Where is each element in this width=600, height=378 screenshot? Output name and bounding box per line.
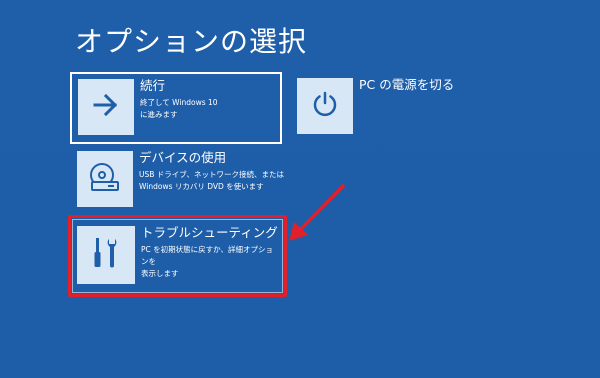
continue-option[interactable]: 続行 終了して Windows 10 に進みます xyxy=(70,72,282,144)
page-title: オプションの選択 xyxy=(75,25,308,58)
recovery-screen: オプションの選択 続行 終了して Windows 10 に進みます デバイスの使… xyxy=(0,0,600,378)
troubleshoot-description: PC を初期状態に戻すか、詳細オプションを 表示します xyxy=(141,245,273,278)
continue-label: 続行 xyxy=(140,78,166,93)
use-device-label: デバイスの使用 xyxy=(139,150,227,165)
power-off-option[interactable]: PC の電源を切る xyxy=(297,77,527,138)
arrow-right-icon xyxy=(93,93,119,120)
use-device-option[interactable]: デバイスの使用 USB ドライブ、ネットワーク接続、または Windows リカ… xyxy=(77,150,287,211)
disc-drive-icon xyxy=(88,162,122,196)
use-device-description: USB ドライブ、ネットワーク接続、または Windows リカバリ DVD を… xyxy=(139,170,285,191)
tools-icon xyxy=(91,236,121,274)
troubleshoot-option[interactable]: トラブルシューティング PC を初期状態に戻すか、詳細オプションを 表示します xyxy=(68,215,287,297)
continue-tile xyxy=(78,79,134,135)
troubleshoot-tile xyxy=(77,226,135,284)
use-device-tile xyxy=(77,151,133,207)
power-off-label: PC の電源を切る xyxy=(359,77,455,92)
troubleshoot-label: トラブルシューティング xyxy=(141,225,278,240)
continue-description: 終了して Windows 10 に進みます xyxy=(140,98,218,119)
power-icon xyxy=(311,90,339,122)
power-off-tile xyxy=(297,78,353,134)
